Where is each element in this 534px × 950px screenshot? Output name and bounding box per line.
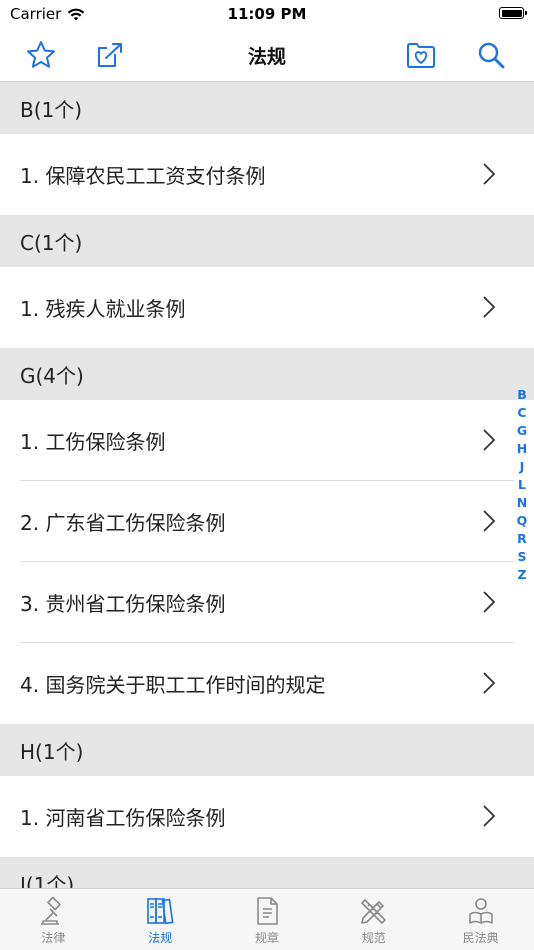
index-letter[interactable]: N	[517, 494, 527, 512]
gavel-icon	[41, 896, 62, 925]
chevron-right-icon	[483, 591, 496, 613]
document-icon	[257, 897, 278, 925]
books-icon	[147, 898, 174, 925]
page-title: 法规	[247, 46, 286, 68]
list-item-label: 3. 贵州省工伤保险条例	[20, 592, 226, 616]
list-item-label: 1. 保障农民工工资支付条例	[20, 164, 266, 188]
section-header-g: G(4个)	[0, 348, 534, 400]
list-item-label: 1. 残疾人就业条例	[20, 297, 186, 321]
search-icon	[478, 42, 505, 69]
list-item[interactable]: 1. 保障农民工工资支付条例	[0, 134, 534, 215]
tab-standards[interactable]: 规范	[320, 889, 427, 950]
list-item-label: 2. 广东省工伤保险条例	[20, 511, 226, 535]
index-letter[interactable]: R	[517, 530, 527, 548]
list-item[interactable]: 4. 国务院关于职工工作时间的规定	[0, 643, 534, 724]
chevron-right-icon	[483, 805, 496, 827]
section-header-b: B(1个)	[0, 82, 534, 134]
section-index-bar[interactable]: B C G H J L N Q R S Z	[514, 386, 530, 584]
index-letter[interactable]: J	[520, 458, 525, 476]
status-bar: Carrier 11:09 PM	[0, 0, 534, 28]
list-item[interactable]: 3. 贵州省工伤保险条例	[0, 562, 534, 643]
tab-civil-code[interactable]: 民法典	[427, 889, 534, 950]
tab-bar: 法律 法规 规章 规范 民法典	[0, 888, 534, 950]
index-letter[interactable]: Z	[517, 566, 526, 584]
chevron-right-icon	[483, 296, 496, 318]
chevron-right-icon	[483, 429, 496, 451]
tab-label: 规章	[254, 931, 279, 945]
index-letter[interactable]: S	[517, 548, 526, 566]
list-item[interactable]: 1. 残疾人就业条例	[0, 267, 534, 348]
tab-rules[interactable]: 规章	[214, 889, 321, 950]
index-letter[interactable]: C	[517, 404, 526, 422]
heart-folder-icon	[407, 43, 435, 68]
status-time: 11:09 PM	[227, 5, 307, 23]
nav-bar: 法规	[0, 28, 534, 82]
tab-label: 民法典	[462, 931, 499, 945]
list-item-label: 4. 国务院关于职工工作时间的规定	[20, 673, 326, 697]
pencil-ruler-icon	[360, 899, 386, 924]
list-item[interactable]: 1. 工伤保险条例	[0, 400, 534, 481]
section-header-h: H(1个)	[0, 724, 534, 776]
search-button[interactable]	[474, 38, 508, 72]
index-letter[interactable]: G	[517, 422, 527, 440]
reader-icon	[468, 898, 493, 924]
tab-label: 法律	[41, 931, 66, 945]
chevron-right-icon	[483, 672, 496, 694]
favorites-folder-button[interactable]	[404, 38, 438, 72]
tab-label: 法规	[148, 931, 173, 945]
battery-icon	[499, 7, 527, 19]
list-item-label: 1. 工伤保险条例	[20, 430, 166, 454]
section-header-c: C(1个)	[0, 215, 534, 267]
index-letter[interactable]: Q	[517, 512, 528, 530]
index-letter[interactable]: B	[517, 386, 527, 404]
regulation-list[interactable]: B(1个) 1. 保障农民工工资支付条例 C(1个) 1. 残疾人就业条例 G(…	[0, 82, 534, 888]
list-item[interactable]: 2. 广东省工伤保险条例	[0, 481, 534, 562]
section-header-j: J(1个)	[0, 857, 534, 888]
chevron-right-icon	[483, 163, 496, 185]
tab-label: 规范	[361, 931, 386, 945]
list-item-label: 1. 河南省工伤保险条例	[20, 806, 226, 830]
tab-law[interactable]: 法律	[0, 889, 107, 950]
index-letter[interactable]: H	[517, 440, 527, 458]
list-item[interactable]: 1. 河南省工伤保险条例	[0, 776, 534, 857]
index-letter[interactable]: L	[518, 476, 526, 494]
tab-regulations[interactable]: 法规	[107, 889, 214, 950]
chevron-right-icon	[483, 510, 496, 532]
